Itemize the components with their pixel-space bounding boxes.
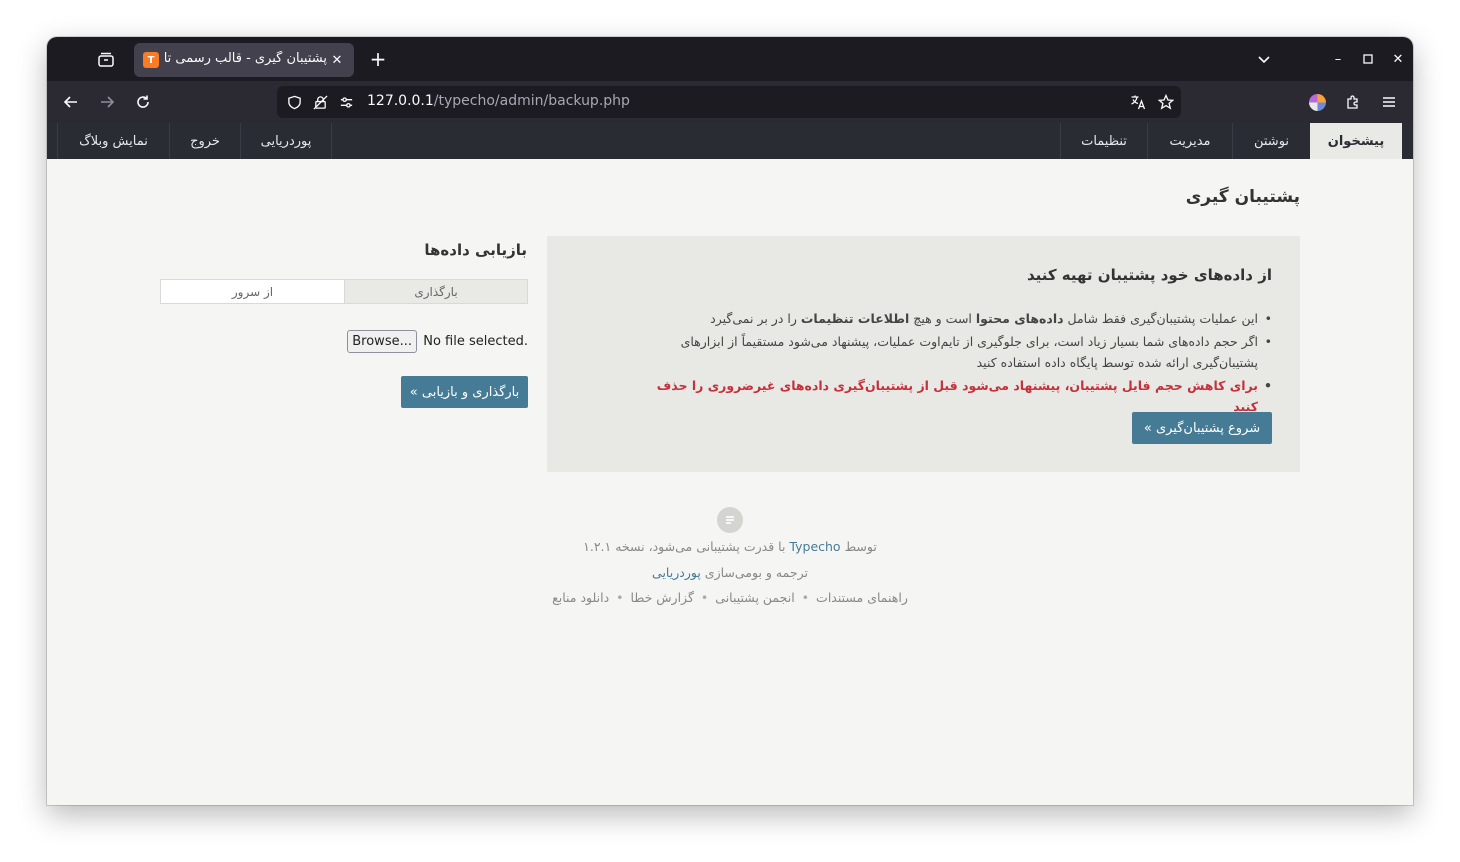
typecho-logo-icon[interactable] xyxy=(717,507,743,533)
separator: • xyxy=(700,590,709,605)
separator: • xyxy=(801,590,810,605)
extensions-icon[interactable] xyxy=(1341,90,1365,114)
translation-pre: ترجمه و بومی‌سازی xyxy=(704,565,808,580)
support-forum-link[interactable]: انجمن پشتیبانی xyxy=(715,590,794,605)
close-window-icon[interactable]: ✕ xyxy=(1388,49,1408,69)
reload-icon[interactable] xyxy=(131,90,155,114)
maximize-icon[interactable] xyxy=(1358,49,1378,69)
note-1-pre: این عملیات پشتیبان‌گیری فقط شامل xyxy=(1067,311,1258,326)
restore-tabs: بارگذاری از سرور xyxy=(160,279,528,304)
admin-menu-bar: پیشخوان نوشتن مدیریت تنظیمات پوردریایی خ… xyxy=(47,123,1413,159)
note-1-bold-settings: اطلاعات تنظیمات xyxy=(800,311,910,326)
backup-panel: از داده‌های خود پشتیبان تهیه کنید این عم… xyxy=(547,236,1300,472)
typecho-link[interactable]: Typecho xyxy=(789,539,840,554)
tab-from-server[interactable]: از سرور xyxy=(161,280,344,303)
back-arrow-icon[interactable] xyxy=(59,90,83,114)
menu-write[interactable]: نوشتن xyxy=(1232,123,1310,159)
tab-close-icon[interactable]: ✕ xyxy=(328,51,346,69)
powered-post: با قدرت پشتیبانی می‌شود، نسخه ۱.۲.۱ xyxy=(583,539,786,554)
download-source-link[interactable]: دانلود منابع xyxy=(552,590,609,605)
footer-translation: ترجمه و بومی‌سازی پوردریایی xyxy=(47,565,1413,580)
backup-note-1: این عملیات پشتیبان‌گیری فقط شامل داده‌ها… xyxy=(632,308,1272,329)
tab-strip: T پشتیبان گیری - قالب رسمی تا ✕ + – ✕ xyxy=(47,37,1413,81)
menu-logout[interactable]: خروج xyxy=(169,123,240,159)
nav-bar: 127.0.0.1/typecho/admin/backup.php xyxy=(47,81,1413,123)
typecho-favicon-icon: T xyxy=(143,52,159,68)
powered-pre: توسط xyxy=(844,539,877,554)
forward-arrow-icon[interactable] xyxy=(95,90,119,114)
footer-powered: توسط Typecho با قدرت پشتیبانی می‌شود، نس… xyxy=(47,539,1413,554)
note-1-post: را در بر نمی‌گیرد xyxy=(710,311,797,326)
upload-restore-button[interactable]: بارگذاری و بازیابی » xyxy=(401,376,528,408)
browser-window: T پشتیبان گیری - قالب رسمی تا ✕ + – ✕ 12… xyxy=(47,37,1413,805)
new-tab-icon[interactable]: + xyxy=(367,47,389,71)
hamburger-menu-icon[interactable] xyxy=(1377,90,1401,114)
menu-manage[interactable]: مدیریت xyxy=(1147,123,1232,159)
menu-profile[interactable]: پوردریایی xyxy=(240,123,332,159)
docs-link[interactable]: راهنمای مستندات xyxy=(816,590,908,605)
browse-button[interactable]: Browse... xyxy=(347,329,418,353)
bug-report-link[interactable]: گزارش خطا xyxy=(631,590,694,605)
url-bar[interactable]: 127.0.0.1/typecho/admin/backup.php xyxy=(277,86,1181,118)
url-host: 127.0.0.1 xyxy=(367,93,434,109)
url-path: /typecho/admin/backup.php xyxy=(433,93,630,109)
note-1-bold-content: داده‌های محتوا xyxy=(975,311,1064,326)
tab-overview-icon[interactable] xyxy=(95,49,117,71)
chevron-down-icon[interactable] xyxy=(1253,48,1275,70)
file-input[interactable]: Browse... No file selected. xyxy=(347,329,528,353)
bookmark-star-icon[interactable] xyxy=(1157,93,1175,111)
file-status: No file selected. xyxy=(423,333,528,349)
translator-link[interactable]: پوردریایی xyxy=(652,565,701,580)
shield-icon[interactable] xyxy=(285,93,303,111)
backup-notes-list: این عملیات پشتیبان‌گیری فقط شامل داده‌ها… xyxy=(632,308,1272,419)
start-backup-button[interactable]: شروع پشتیبان‌گیری » xyxy=(1132,412,1272,444)
tab-title: پشتیبان گیری - قالب رسمی تا xyxy=(165,51,327,66)
restore-heading: بازیابی داده‌ها xyxy=(424,241,527,259)
footer-links: راهنمای مستندات • انجمن پشتیبانی • گزارش خطا… xyxy=(47,590,1413,605)
account-avatar-icon[interactable] xyxy=(1305,90,1329,114)
insecure-lock-icon[interactable] xyxy=(311,93,329,111)
menu-dashboard[interactable]: پیشخوان xyxy=(1310,123,1402,159)
active-tab[interactable]: T پشتیبان گیری - قالب رسمی تا ✕ xyxy=(134,43,354,77)
backup-note-3: برای کاهش حجم فایل پشتیبان، پیشنهاد می‌ش… xyxy=(632,375,1272,417)
backup-heading: از داده‌های خود پشتیبان تهیه کنید xyxy=(1026,266,1272,284)
menu-view-site[interactable]: نمایش وبلاگ xyxy=(57,123,169,159)
page-title: پشتیبان گیری xyxy=(1185,187,1300,207)
translate-icon[interactable] xyxy=(1129,93,1147,111)
permissions-icon[interactable] xyxy=(337,93,355,111)
page-content: پیشخوان نوشتن مدیریت تنظیمات پوردریایی خ… xyxy=(47,123,1413,805)
backup-note-2: اگر حجم داده‌های شما بسیار زیاد است، برا… xyxy=(632,331,1272,373)
minimize-icon[interactable]: – xyxy=(1328,49,1348,69)
separator: • xyxy=(616,590,624,605)
note-1-mid: است و هیچ xyxy=(913,311,972,326)
tab-upload[interactable]: بارگذاری xyxy=(344,280,527,303)
menu-settings[interactable]: تنظیمات xyxy=(1060,123,1147,159)
url-text: 127.0.0.1/typecho/admin/backup.php xyxy=(367,93,630,109)
